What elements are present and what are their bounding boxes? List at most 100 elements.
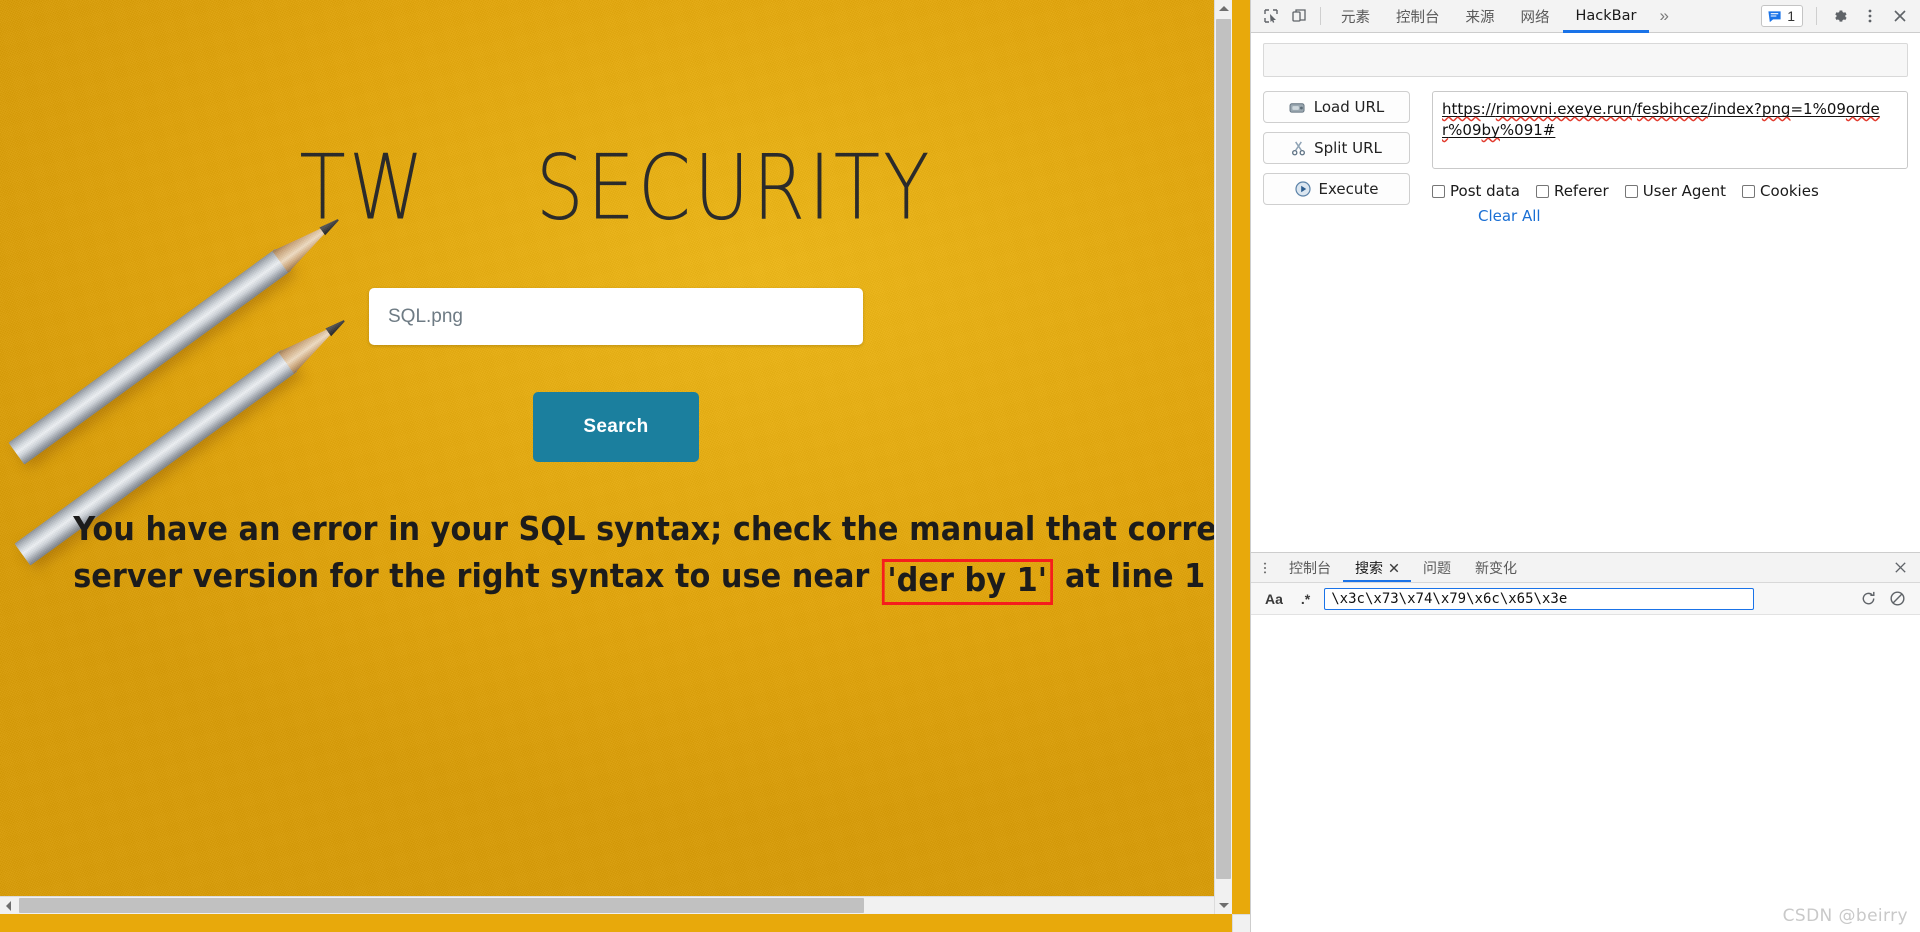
device-toolbar-icon[interactable] (1285, 3, 1313, 29)
hackbar-topbar (1263, 43, 1908, 77)
url-query-key: png (1761, 100, 1791, 118)
split-url-button[interactable]: Split URL (1263, 132, 1410, 164)
close-icon[interactable] (1886, 3, 1914, 29)
load-url-label: Load URL (1313, 98, 1385, 116)
devtools-drawer: 控制台 搜索 问题 新变化 Aa .* \x3c\x73\x74\x79\x6c… (1251, 552, 1920, 932)
url-path1: fesbihcez (1636, 100, 1708, 118)
search-form (0, 288, 1232, 345)
drawer-tab-search-label: 搜索 (1355, 560, 1383, 577)
drawer-tab-console-label: 控制台 (1289, 560, 1331, 577)
post-data-checkbox[interactable] (1432, 184, 1445, 198)
user-agent-label: User Agent (1642, 182, 1727, 200)
issues-count: 1 (1787, 8, 1795, 24)
user-agent-checkbox[interactable] (1624, 184, 1638, 198)
more-tabs-icon[interactable]: » (1649, 6, 1678, 26)
drawer-tab-console[interactable]: 控制台 (1277, 553, 1343, 582)
cookies-checkbox[interactable] (1742, 184, 1756, 198)
drawer-more-options-icon[interactable] (1253, 553, 1277, 582)
search-toolbar-icons (1860, 590, 1910, 607)
split-url-label: Split URL (1314, 139, 1382, 157)
page-horizontal-scrollbar[interactable] (0, 896, 1232, 914)
option-post-data[interactable]: Post data (1432, 182, 1520, 200)
hackbar-button-column: Load URL Split URL Execute (1263, 91, 1410, 205)
url-input[interactable]: https://rimovni.exeye.run/fesbihcez/inde… (1432, 91, 1908, 169)
page-content: TW SECURITY Search You have an error in … (0, 0, 1232, 605)
sql-error-line2-after: at line 1 (1064, 555, 1206, 595)
sql-error-line1: You have an error in your SQL syntax; ch… (73, 509, 1232, 548)
url-sep1: :// (1480, 100, 1496, 118)
tab-hackbar[interactable]: HackBar (1562, 0, 1650, 33)
search-results-list (1251, 615, 1920, 932)
search-toolbar: Aa .* (1251, 583, 1920, 615)
scroll-up-arrow-icon[interactable] (1215, 0, 1232, 17)
url-host: rimovni.exeye.run (1495, 100, 1632, 118)
drawer-tab-close-icon (1389, 563, 1399, 572)
devtools-toolbar: 元素 控制台 来源 网络 HackBar » 1 (1251, 0, 1920, 33)
regex-toggle[interactable]: .* (1297, 591, 1314, 607)
search-input[interactable] (369, 288, 863, 345)
option-cookies[interactable]: Cookies (1742, 182, 1819, 200)
drawer-tab-issues[interactable]: 问题 (1411, 553, 1463, 582)
browser-page-pane: TW SECURITY Search You have an error in … (0, 0, 1250, 932)
sql-error-line2-before: server version for the right syntax to u… (73, 555, 870, 595)
inspect-element-icon[interactable] (1257, 3, 1285, 29)
execute-icon (1294, 181, 1311, 197)
message-icon (1768, 10, 1781, 22)
scrollbar-corner (1232, 914, 1250, 932)
load-url-icon (1289, 102, 1305, 113)
sql-error-line2: server version for the right syntax to u… (73, 553, 1205, 605)
clear-all-link[interactable]: Clear All (1478, 207, 1908, 225)
url-keyword-by: by (1481, 121, 1500, 139)
hackbar-panel: Load URL Split URL Execute https://rimov… (1251, 33, 1920, 552)
clear-icon[interactable] (1889, 590, 1906, 607)
hackbar-url-column: https://rimovni.exeye.run/fesbihcez/inde… (1432, 91, 1908, 225)
drawer-tab-issues-label: 问题 (1423, 560, 1451, 577)
tab-console[interactable]: 控制台 (1383, 0, 1453, 33)
referer-checkbox[interactable] (1535, 184, 1549, 198)
sql-error-message: You have an error in your SQL syntax; ch… (49, 506, 1232, 605)
execute-button[interactable]: Execute (1263, 173, 1410, 205)
tab-network[interactable]: 网络 (1508, 0, 1563, 33)
url-scheme: https (1442, 100, 1481, 118)
drawer-close-icon[interactable] (1881, 553, 1920, 582)
drawer-tab-changes-label: 新变化 (1475, 560, 1517, 577)
sql-error-highlight-box: 'der by 1' (881, 558, 1053, 605)
drawer-tab-list: 控制台 搜索 问题 新变化 (1251, 553, 1920, 583)
tab-sources[interactable]: 来源 (1453, 0, 1508, 33)
page-vertical-scrollbar[interactable] (1214, 0, 1232, 914)
search-button[interactable]: Search (533, 392, 699, 462)
cookies-label: Cookies (1760, 182, 1819, 200)
option-referer[interactable]: Referer (1535, 182, 1609, 200)
url-query-rest: =1%09 (1790, 100, 1846, 118)
more-options-icon[interactable] (1856, 3, 1884, 29)
screen: TW SECURITY Search You have an error in … (0, 0, 1920, 932)
load-url-button[interactable]: Load URL (1263, 91, 1410, 123)
toolbar-divider-2 (1816, 7, 1817, 25)
devtools-toolbar-right: 1 (1761, 3, 1914, 29)
drawer-tab-search[interactable]: 搜索 (1343, 553, 1411, 582)
page-title: TW SECURITY (299, 134, 933, 240)
tab-elements[interactable]: 元素 (1328, 0, 1383, 33)
match-case-toggle[interactable]: Aa (1261, 591, 1287, 607)
url-tail: %091# (1499, 121, 1556, 139)
devtools-tab-list: 元素 控制台 来源 网络 HackBar (1328, 0, 1650, 33)
gear-icon[interactable] (1826, 3, 1854, 29)
scroll-down-arrow-icon[interactable] (1215, 897, 1232, 914)
issues-badge[interactable]: 1 (1761, 5, 1803, 27)
scroll-left-arrow-icon[interactable] (0, 897, 17, 914)
hackbar-options-row: Post data Referer User Agent Cookies (1432, 182, 1908, 200)
url-pct1: %09 (1448, 121, 1482, 139)
execute-label: Execute (1318, 180, 1379, 198)
drawer-tab-changes[interactable]: 新变化 (1463, 553, 1529, 582)
referer-label: Referer (1553, 182, 1609, 200)
devtools-panel: 元素 控制台 来源 网络 HackBar » 1 Load URL Split … (1250, 0, 1920, 932)
split-url-icon (1292, 141, 1306, 156)
option-user-agent[interactable]: User Agent (1624, 182, 1727, 200)
search-query-input[interactable] (1324, 587, 1755, 610)
vertical-scroll-thumb[interactable] (1216, 19, 1231, 879)
url-path2: index? (1712, 100, 1762, 118)
search-button-wrap: Search (0, 392, 1232, 462)
refresh-icon[interactable] (1860, 590, 1877, 607)
toolbar-divider (1320, 7, 1321, 25)
horizontal-scroll-thumb[interactable] (19, 898, 864, 913)
